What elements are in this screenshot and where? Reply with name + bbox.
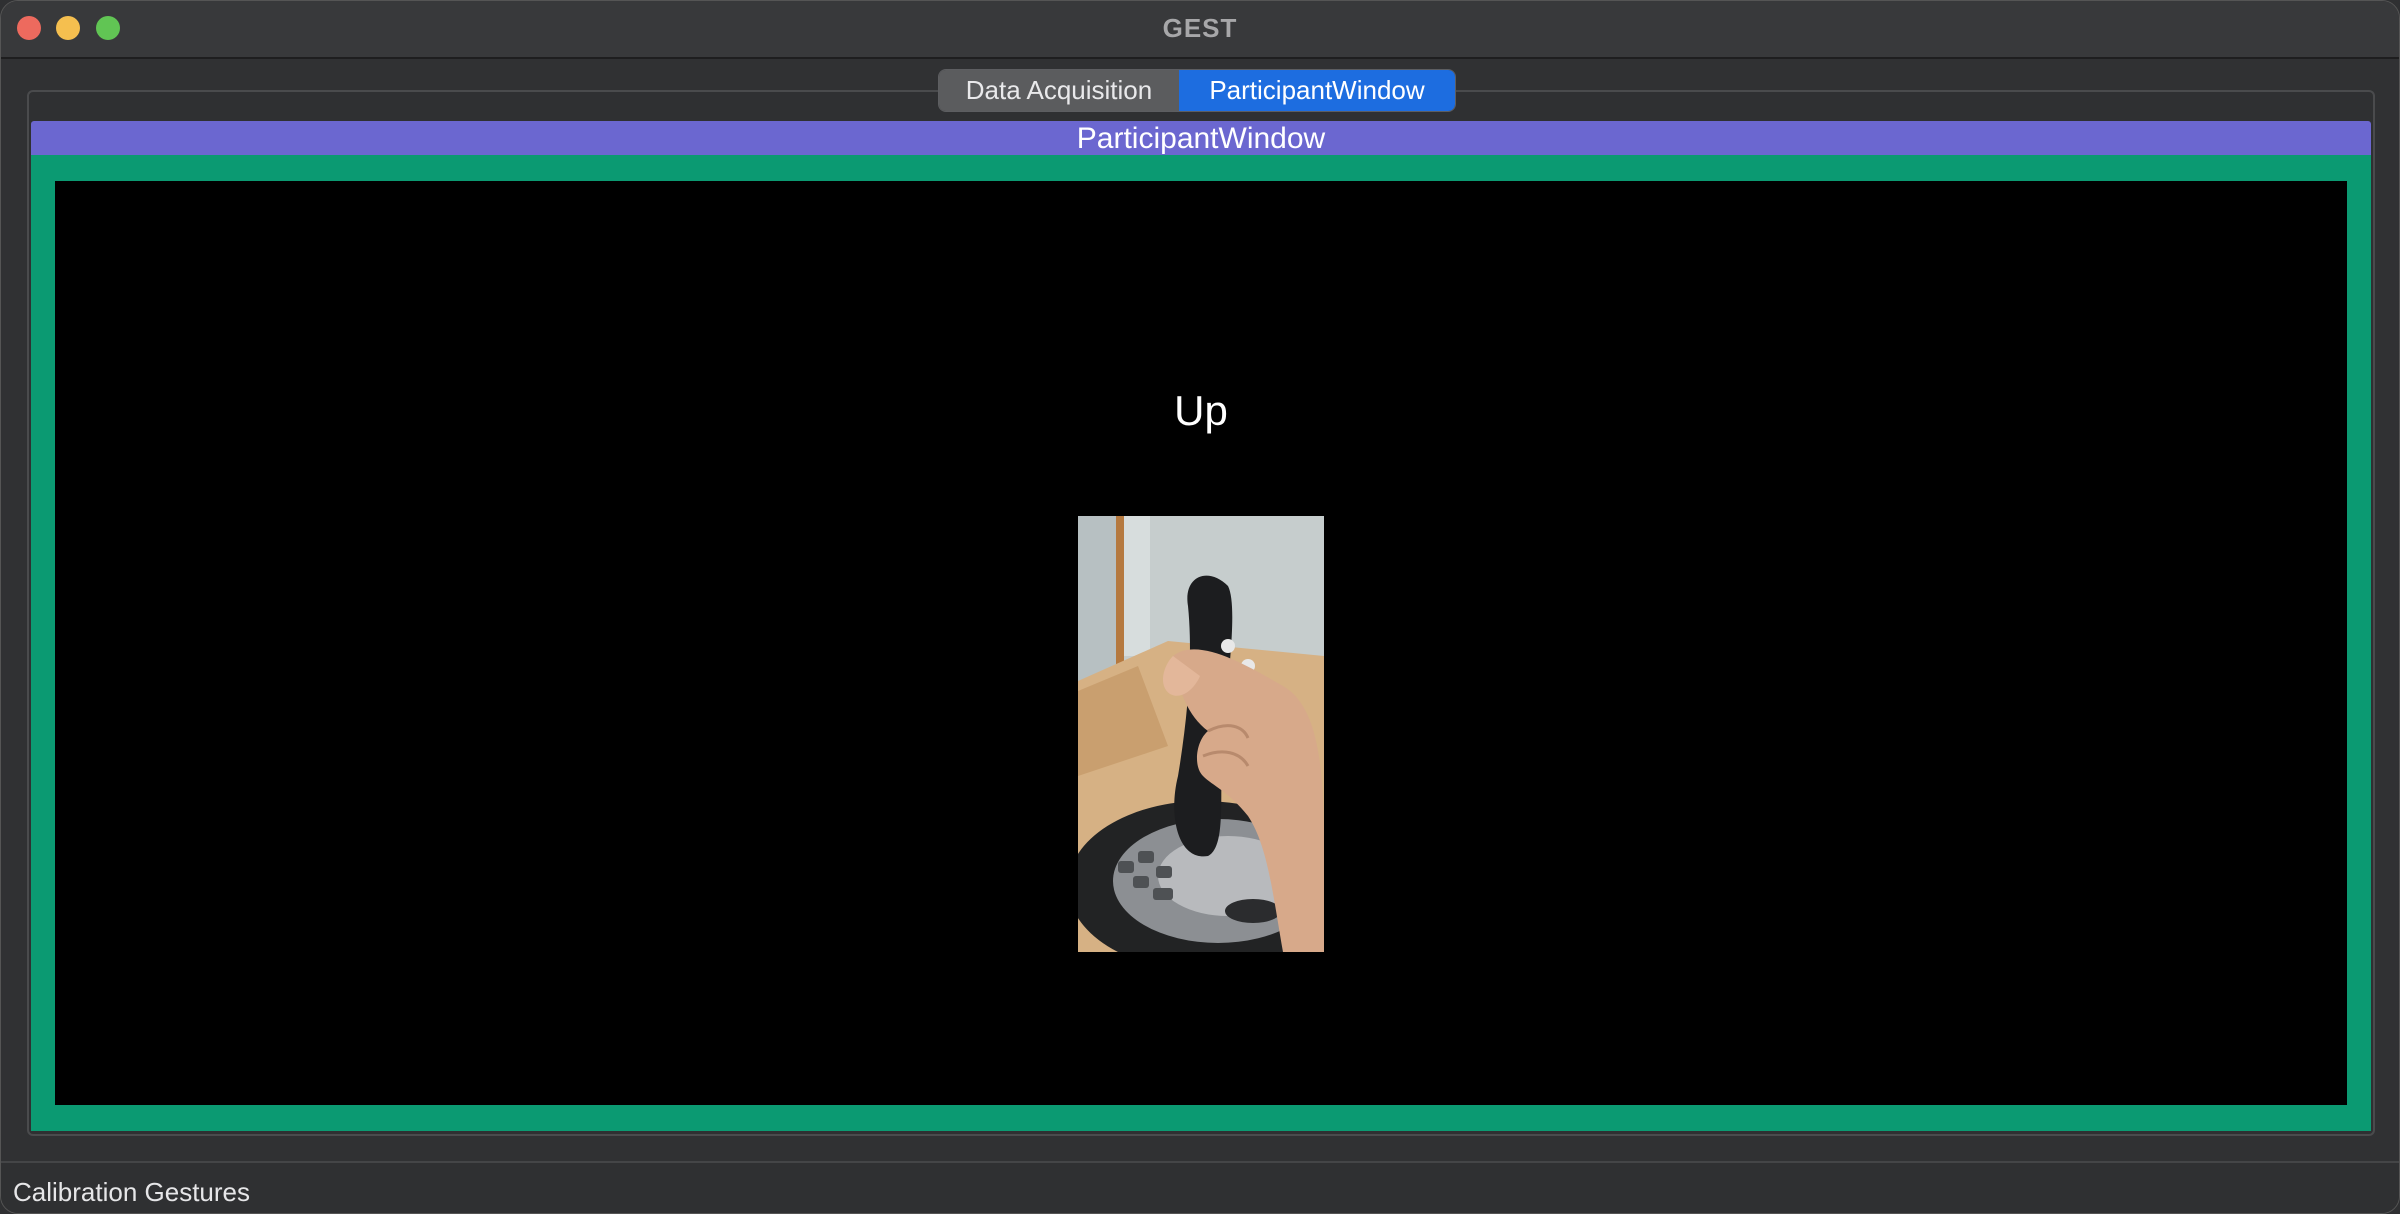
tab-bar: Data Acquisition ParticipantWindow bbox=[938, 69, 1456, 112]
title-bar[interactable]: GEST bbox=[1, 1, 2399, 59]
participant-frame: Up bbox=[31, 155, 2371, 1131]
participant-stage: Up bbox=[55, 181, 2347, 1105]
status-bar: Calibration Gestures bbox=[1, 1161, 2399, 1213]
app-window: GEST Data Acquisition ParticipantWindow … bbox=[0, 0, 2400, 1214]
window-title: GEST bbox=[1162, 13, 1238, 43]
joystick-hand-photo bbox=[1078, 516, 1324, 952]
participant-window-header: ParticipantWindow bbox=[31, 121, 2371, 155]
tab-participant-window[interactable]: ParticipantWindow bbox=[1179, 70, 1455, 111]
gesture-demo-image bbox=[1078, 516, 1324, 952]
gesture-prompt-label: Up bbox=[1174, 387, 1228, 434]
status-text: Calibration Gestures bbox=[13, 1177, 250, 1207]
tab-data-acquisition[interactable]: Data Acquisition bbox=[939, 70, 1179, 111]
